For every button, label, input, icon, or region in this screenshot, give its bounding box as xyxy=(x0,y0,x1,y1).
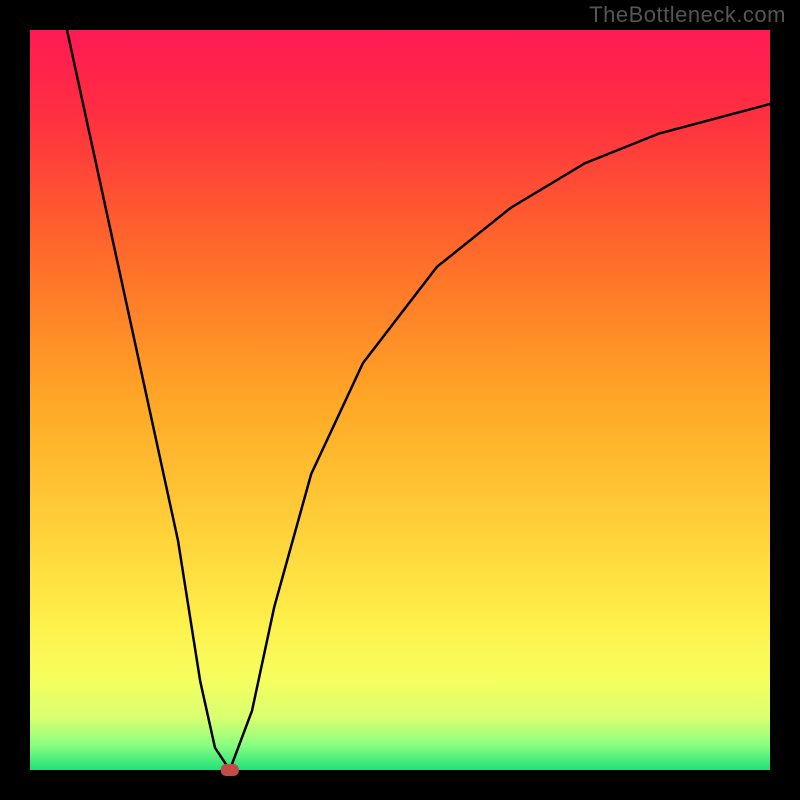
minimum-marker xyxy=(221,764,239,776)
gradient-background xyxy=(30,30,770,770)
bottleneck-chart xyxy=(0,0,800,800)
watermark-text: TheBottleneck.com xyxy=(589,2,786,28)
chart-frame: TheBottleneck.com xyxy=(0,0,800,800)
